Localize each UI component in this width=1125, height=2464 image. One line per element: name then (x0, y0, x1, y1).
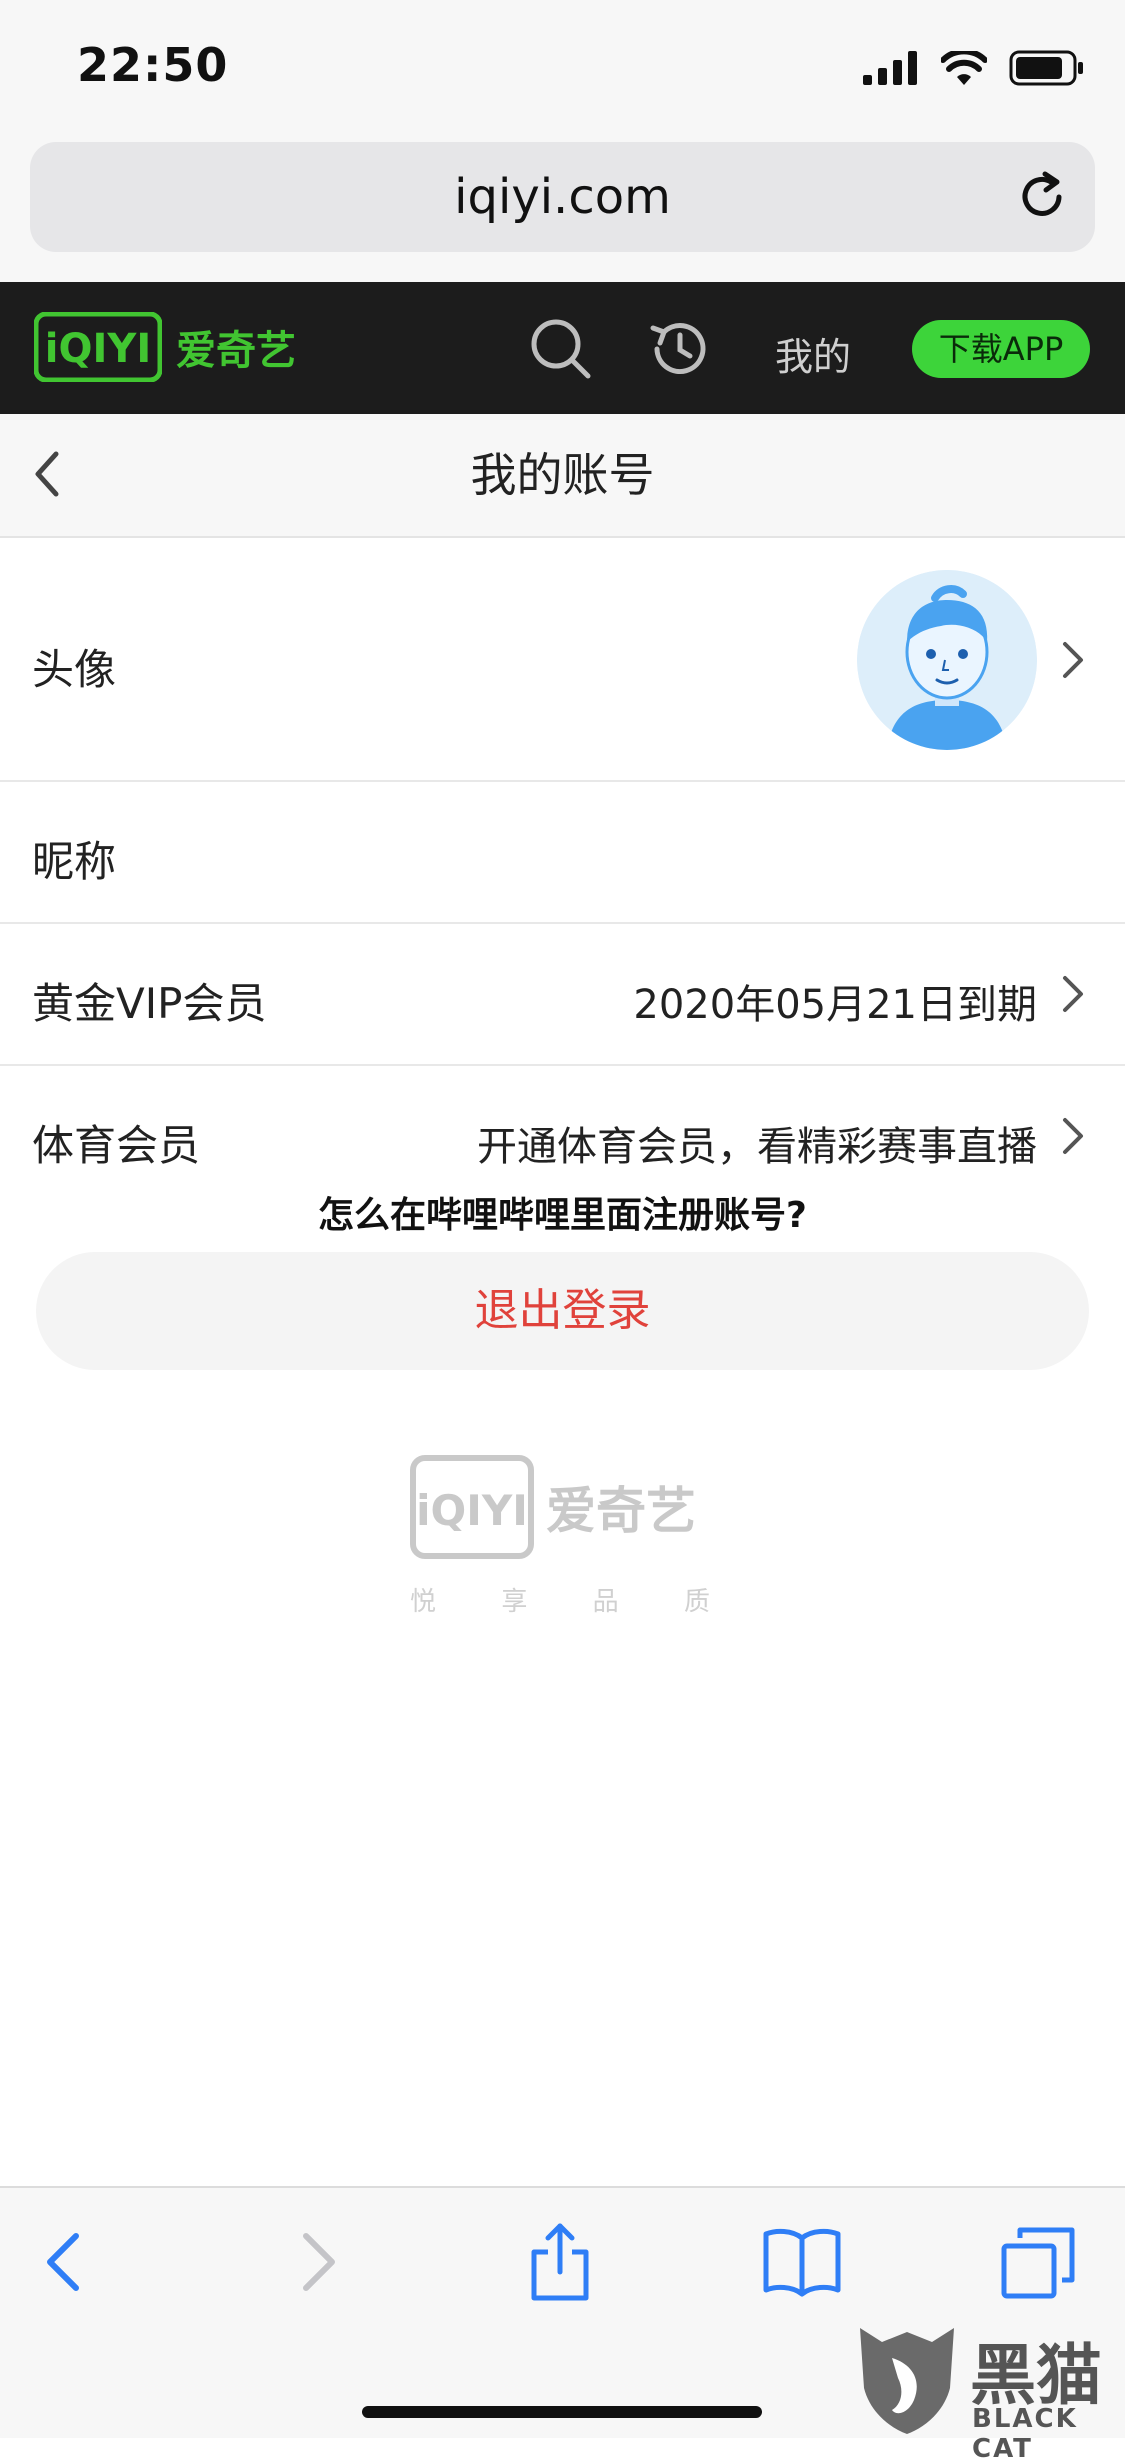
download-app-button[interactable]: 下载APP (912, 320, 1090, 378)
sports-promo: 开通体育会员，看精彩赛事直播 (477, 1124, 1037, 1170)
nickname-row[interactable]: 昵称 (0, 782, 1125, 924)
url-text[interactable]: iqiyi.com (30, 142, 1095, 252)
share-icon[interactable] (520, 2222, 600, 2302)
avatar-label: 头像 (32, 645, 117, 694)
history-icon[interactable] (647, 316, 713, 382)
chevron-right-icon[interactable] (1059, 638, 1087, 682)
chevron-left-icon[interactable] (26, 444, 66, 504)
battery-icon (1009, 50, 1083, 86)
site-header: iQIYI 爱奇艺 我的 下载APP (0, 282, 1125, 414)
iqiyi-logo-mark: iQIYI (34, 312, 162, 382)
sports-label: 体育会员 (32, 1121, 201, 1170)
black-cat-shield-icon (860, 2328, 954, 2434)
logout-button[interactable]: 退出登录 (36, 1252, 1089, 1370)
vip-expiry: 2020年05月21日到期 (633, 982, 1037, 1028)
home-indicator (362, 2406, 762, 2418)
svg-text:iQIYI: iQIYI (45, 326, 151, 372)
slogan-char: 质 (683, 1587, 710, 1617)
tabs-icon[interactable] (998, 2222, 1078, 2302)
vip-label: 黄金VIP会员 (32, 979, 267, 1028)
reload-icon[interactable] (1015, 170, 1069, 224)
watermark-subtext: BLACK CAT (972, 2404, 1078, 2464)
signal-icon (863, 51, 917, 85)
footer-slogan: 悦 享 品 质 (410, 1581, 710, 1618)
iqiyi-logo-text: 爱奇艺 (176, 328, 296, 374)
iqiyi-logo[interactable]: iQIYI 爱奇艺 (34, 312, 296, 382)
back-icon[interactable] (26, 2222, 106, 2302)
slogan-char: 悦 (410, 1587, 437, 1617)
caption-overlay: 怎么在哔哩哔哩里面注册账号? (318, 1195, 807, 1236)
avatar-illustration (857, 570, 1037, 750)
watermark: 黑猫 BLACK CAT (852, 2318, 1122, 2464)
footer-logo: iQIYI 爱奇艺 悦 享 品 质 (410, 1455, 720, 1618)
footer-logo-mark: iQIYI (410, 1455, 534, 1559)
title-bar: 我的账号 (0, 414, 1125, 538)
slogan-char: 享 (501, 1587, 528, 1617)
avatar[interactable] (857, 570, 1037, 750)
vip-row[interactable]: 黄金VIP会员 2020年05月21日到期 (0, 924, 1125, 1066)
svg-text:iQIYI: iQIYI (416, 1486, 528, 1535)
chevron-right-icon[interactable] (1059, 1114, 1087, 1158)
status-icons (863, 50, 1085, 86)
address-bar[interactable]: iqiyi.com (30, 142, 1095, 252)
footer-logo-text: 爱奇艺 (546, 1482, 696, 1540)
slogan-char: 品 (592, 1587, 619, 1617)
wifi-icon (941, 51, 987, 85)
status-time: 22:50 (77, 38, 229, 92)
bookmarks-icon[interactable] (762, 2222, 842, 2302)
search-icon[interactable] (528, 316, 592, 380)
mine-link[interactable]: 我的 (775, 326, 851, 381)
forward-icon[interactable] (276, 2222, 356, 2302)
nickname-label: 昵称 (32, 837, 117, 886)
avatar-row[interactable]: 头像 (0, 538, 1125, 782)
sports-row[interactable]: 体育会员 开通体育会员，看精彩赛事直播 (0, 1066, 1125, 1206)
status-bar: 22:50 (0, 0, 1125, 135)
page-title: 我的账号 (470, 448, 655, 502)
chevron-right-icon[interactable] (1059, 972, 1087, 1016)
